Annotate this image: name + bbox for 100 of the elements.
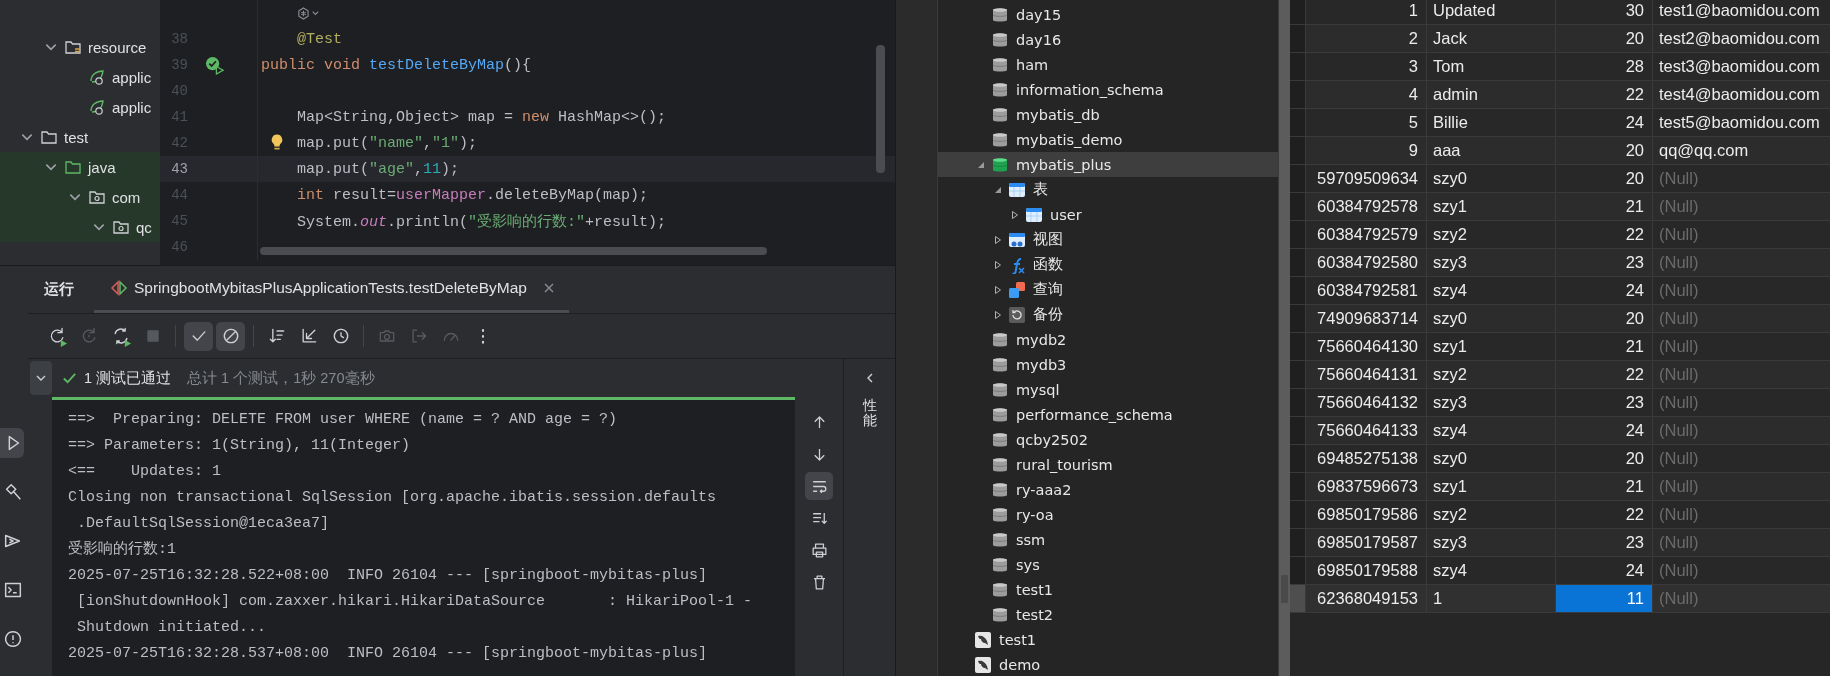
table-row[interactable]: 3 Tom 28 test3@baomidou.com xyxy=(1290,53,1830,81)
scrollbar[interactable] xyxy=(876,45,885,173)
table-cell: 60384792581 xyxy=(1306,277,1427,304)
tree-label: demo xyxy=(999,656,1041,673)
line-number: 43 xyxy=(170,161,188,177)
table-row[interactable]: 5 Billie 24 test5@baomidou.com xyxy=(1290,109,1830,137)
tree-row[interactable]: test1 xyxy=(938,627,1278,652)
table-row[interactable]: 69850179586 szy2 22 (Null) xyxy=(1290,501,1830,529)
tree-row[interactable]: information_schema xyxy=(938,77,1278,102)
tree-row[interactable]: mybatis_db xyxy=(938,102,1278,127)
table-row[interactable]: 60384792579 szy2 22 (Null) xyxy=(1290,221,1830,249)
tree-label: mysql xyxy=(1016,381,1060,398)
table-row[interactable]: 59709509634 szy0 20 (Null) xyxy=(1290,165,1830,193)
table-row[interactable]: 75660464131 szy2 22 (Null) xyxy=(1290,361,1830,389)
table-row[interactable]: 9 aaa 20 qq@qq.com xyxy=(1290,137,1830,165)
tree-row[interactable]: mysql xyxy=(938,377,1278,402)
table-cell-text: (Null) xyxy=(1658,336,1700,357)
tree-row[interactable]: mydb2 xyxy=(938,327,1278,352)
test-passed-run-icon[interactable] xyxy=(205,55,224,75)
table-cell: 21 xyxy=(1556,193,1653,220)
table-cell: 75660464130 xyxy=(1306,333,1427,360)
expand-arrow-icon[interactable] xyxy=(993,284,1003,295)
tree-row[interactable]: mybatis_plus xyxy=(938,152,1278,177)
table-row[interactable]: 1 Updated 30 test1@baomidou.com xyxy=(1290,0,1830,25)
test-class-icon xyxy=(110,280,128,296)
tree-row[interactable]: ry-aaa2 xyxy=(938,477,1278,502)
tree-item[interactable]: test xyxy=(64,128,89,146)
table-cell-text: test2@baomidou.com xyxy=(1658,28,1821,49)
play-icon[interactable] xyxy=(0,428,24,458)
expand-arrow-icon[interactable] xyxy=(1010,209,1020,220)
tree-row[interactable]: day16 xyxy=(938,27,1278,52)
tree-item[interactable]: applic xyxy=(112,98,152,116)
tree-row[interactable]: user xyxy=(938,202,1278,227)
table-row[interactable]: 69837596673 szy1 21 (Null) xyxy=(1290,473,1830,501)
table-row[interactable]: 75660464130 szy1 21 (Null) xyxy=(1290,333,1830,361)
table-row[interactable]: 2 Jack 20 test2@baomidou.com xyxy=(1290,25,1830,53)
tree-row[interactable]: test1 xyxy=(938,577,1278,602)
scrollbar[interactable] xyxy=(260,247,767,255)
run-tab[interactable]: SpringbootMybitasPlusApplicationTests.testDeleteByMap xyxy=(94,266,569,313)
side-panel-label[interactable]: 性能 xyxy=(863,398,877,429)
tree-row[interactable]: mydb3 xyxy=(938,352,1278,377)
tree-row[interactable]: 备份 xyxy=(938,302,1278,327)
resource-folder-icon xyxy=(64,38,82,56)
code-line: System.out.println("受影响的行数:"+result); xyxy=(297,212,667,231)
tree-row[interactable]: 函数 xyxy=(938,252,1278,277)
expand-arrow-icon[interactable] xyxy=(993,309,1003,320)
table-cell: 59709509634 xyxy=(1306,165,1427,192)
console-line: <== Updates: 1 xyxy=(68,462,223,482)
table-cell: 75660464132 xyxy=(1306,389,1427,416)
tree-item[interactable]: java xyxy=(88,158,116,176)
tree-row[interactable]: 表 xyxy=(938,177,1278,202)
tree-row[interactable]: 视图 xyxy=(938,227,1278,252)
tree-row[interactable]: mybatis_demo xyxy=(938,127,1278,152)
tree-row[interactable]: ry-oa xyxy=(938,502,1278,527)
tree-row[interactable]: day15 xyxy=(938,2,1278,27)
table-row[interactable]: 60384792580 szy3 23 (Null) xyxy=(1290,249,1830,277)
tree-row[interactable]: sys xyxy=(938,552,1278,577)
tree-label: day15 xyxy=(1016,6,1062,23)
table-cell: 62368049153 xyxy=(1306,585,1427,612)
table-row[interactable]: 60384792581 szy4 24 (Null) xyxy=(1290,277,1830,305)
tree-row[interactable]: qcby2502 xyxy=(938,427,1278,452)
console-line: ==> Parameters: 1(String), 11(Integer) xyxy=(68,436,412,456)
ban-icon[interactable] xyxy=(216,321,245,351)
lightbulb-icon[interactable] xyxy=(270,133,284,152)
tree-row[interactable]: test2 xyxy=(938,602,1278,627)
table-row[interactable]: 4 admin 22 test4@baomidou.com xyxy=(1290,81,1830,109)
table-cell: aaa xyxy=(1427,137,1556,164)
close-icon[interactable] xyxy=(542,282,555,294)
tree-row[interactable]: rural_tourism xyxy=(938,452,1278,477)
expand-arrow-icon[interactable] xyxy=(993,259,1003,270)
table-cell: szy4 xyxy=(1427,417,1556,444)
table-cell: szy1 xyxy=(1427,473,1556,500)
tree-row[interactable]: performance_schema xyxy=(938,402,1278,427)
wrap-icon[interactable] xyxy=(805,472,833,500)
tree-item[interactable]: com xyxy=(112,188,141,206)
check-icon[interactable] xyxy=(184,321,213,351)
table-row[interactable]: 60384792578 szy1 21 (Null) xyxy=(1290,193,1830,221)
table-row[interactable]: 75660464133 szy4 24 (Null) xyxy=(1290,417,1830,445)
tree-row[interactable]: ham xyxy=(938,52,1278,77)
tree-row[interactable]: ssm xyxy=(938,527,1278,552)
table-cell: 69850179586 xyxy=(1306,501,1427,528)
tree-row[interactable]: demo xyxy=(938,652,1278,676)
tree-item[interactable]: qc xyxy=(136,218,152,236)
table-cell: szy0 xyxy=(1427,445,1556,472)
tree-row[interactable]: 查询 xyxy=(938,277,1278,302)
table-row[interactable]: 69850179587 szy3 23 (Null) xyxy=(1290,529,1830,557)
tree-item[interactable]: applic xyxy=(112,68,152,86)
table-cell: 69485275138 xyxy=(1306,445,1427,472)
table-row[interactable]: 69850179588 szy4 24 (Null) xyxy=(1290,557,1830,585)
table-row[interactable]: 69485275138 szy0 20 (Null) xyxy=(1290,445,1830,473)
collapse-button[interactable] xyxy=(30,361,52,395)
table-row[interactable]: 75660464132 szy3 23 (Null) xyxy=(1290,389,1830,417)
hint-icon[interactable] xyxy=(297,6,321,20)
table-cell-text: (Null) xyxy=(1658,308,1700,329)
table-row[interactable]: 62368049153 1 11 (Null) xyxy=(1290,585,1830,613)
tree-item[interactable]: resource xyxy=(88,38,147,56)
table-cell: szy4 xyxy=(1427,277,1556,304)
expand-arrow-icon[interactable] xyxy=(993,234,1003,245)
table-cell: 28 xyxy=(1556,53,1653,80)
table-row[interactable]: 74909683714 szy0 20 (Null) xyxy=(1290,305,1830,333)
